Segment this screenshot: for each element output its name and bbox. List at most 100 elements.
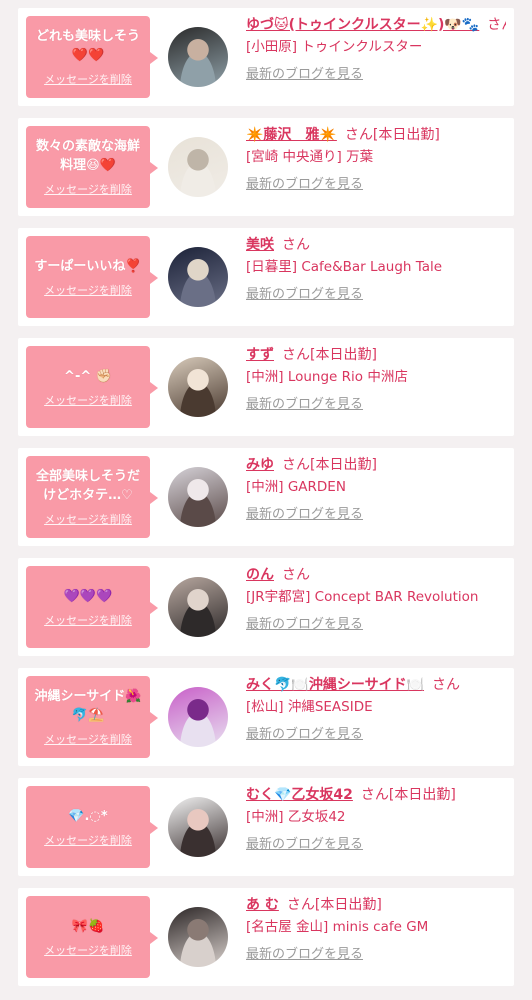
message-text: 数々の素敵な海鮮料理😆❤️: [35, 139, 140, 173]
message-text: 💜💜💜: [63, 588, 113, 604]
latest-blog-link[interactable]: 最新のブログを見る: [246, 726, 506, 744]
latest-blog-link[interactable]: 最新のブログを見る: [246, 836, 506, 854]
latest-blog-link[interactable]: 最新のブログを見る: [246, 396, 506, 414]
shop-link[interactable]: [中洲] 乙女坂42: [246, 806, 506, 828]
message-bubble: 💎.◌* メッセージを削除: [26, 786, 158, 868]
sender-status: さん[本日出勤]: [282, 457, 377, 473]
shop-link[interactable]: [日暮里] Cafe&Bar Laugh Tale: [246, 256, 506, 278]
sender-name-line: あ むさん[本日出勤]: [246, 894, 506, 916]
message-bubble: 沖縄シーサイド🌺🐬⛱️ メッセージを削除: [26, 676, 158, 758]
shop-link[interactable]: [JR宇都宮] Concept BAR Revolution: [246, 586, 506, 608]
avatar[interactable]: [168, 137, 228, 197]
shop-link[interactable]: [小田原] トゥインクルスター: [246, 36, 506, 58]
delete-message-link[interactable]: メッセージを削除: [44, 392, 132, 408]
sender-info: みく🐬🍽️沖縄シーサイド🍽️ さん [松山] 沖縄SEASIDE 最新のブログを見…: [246, 674, 506, 744]
sender-info: あ むさん[本日出勤] [名古屋 金山] minis cafe GM 最新のブロ…: [246, 894, 506, 964]
sender-info: むく💎乙女坂42 さん[本日出勤] [中洲] 乙女坂42 最新のブログを見る: [246, 784, 506, 854]
avatar[interactable]: [168, 357, 228, 417]
delete-message-link[interactable]: メッセージを削除: [44, 832, 132, 848]
avatar[interactable]: [168, 577, 228, 637]
message-text: すーぱーいいね❣️: [34, 258, 142, 274]
message-bubble: 💜💜💜 メッセージを削除: [26, 566, 158, 648]
sender-status: さん[本日出勤]: [282, 347, 377, 363]
shop-link[interactable]: [宮崎 中央通り] 万葉: [246, 146, 506, 168]
sender-name-line: みく🐬🍽️沖縄シーサイド🍽️ さん: [246, 674, 506, 696]
sender-info: すず さん[本日出勤] [中洲] Lounge Rio 中洲店 最新のブログを見る: [246, 344, 506, 414]
delete-message-link[interactable]: メッセージを削除: [44, 612, 132, 628]
delete-message-link[interactable]: メッセージを削除: [44, 731, 132, 747]
delete-message-link[interactable]: メッセージを削除: [44, 511, 132, 527]
sender-info: ✴️藤沢 雅✴️ さん[本日出勤] [宮崎 中央通り] 万葉 最新のブログを見る: [246, 124, 506, 194]
message-bubble: ^-^ ✊🏻 メッセージを削除: [26, 346, 158, 428]
message-bubble: 数々の素敵な海鮮料理😆❤️ メッセージを削除: [26, 126, 158, 208]
sender-name-line: すず さん[本日出勤]: [246, 344, 506, 366]
sender-name-line: ゆづ🐱(トゥインクルスター✨)🐶🐾 さん[本日出勤]: [246, 14, 506, 36]
sender-info: のん さん [JR宇都宮] Concept BAR Revolution 最新のブ…: [246, 564, 506, 634]
message-card: ^-^ ✊🏻 メッセージを削除 すず さん[本日出勤] [中洲] Lounge R…: [18, 338, 514, 436]
shop-link[interactable]: [松山] 沖縄SEASIDE: [246, 696, 506, 718]
latest-blog-link[interactable]: 最新のブログを見る: [246, 66, 506, 84]
sender-name-line: 美咲 さん: [246, 234, 506, 256]
avatar[interactable]: [168, 797, 228, 857]
avatar[interactable]: [168, 687, 228, 747]
delete-message-link[interactable]: メッセージを削除: [44, 282, 132, 298]
sender-status: さん[本日出勤]: [360, 787, 456, 803]
avatar[interactable]: [168, 907, 228, 967]
shop-link[interactable]: [中洲] GARDEN: [246, 476, 506, 498]
sender-name-link[interactable]: みく🐬🍽️沖縄シーサイド🍽️: [246, 677, 424, 693]
avatar[interactable]: [168, 467, 228, 527]
shop-link[interactable]: [中洲] Lounge Rio 中洲店: [246, 366, 506, 388]
sender-status: さん[本日出勤]: [286, 897, 382, 913]
message-card: 全部美味しそうだけどホタテ…♡ メッセージを削除 みゆ さん[本日出勤] [中洲]…: [18, 448, 514, 546]
latest-blog-link[interactable]: 最新のブログを見る: [246, 946, 506, 964]
message-card: 数々の素敵な海鮮料理😆❤️ メッセージを削除 ✴️藤沢 雅✴️ さん[本日出勤] …: [18, 118, 514, 216]
sender-status: さん[本日出勤]: [487, 17, 506, 33]
latest-blog-link[interactable]: 最新のブログを見る: [246, 616, 506, 634]
shop-link[interactable]: [名古屋 金山] minis cafe GM: [246, 916, 506, 938]
message-bubble: 全部美味しそうだけどホタテ…♡ メッセージを削除: [26, 456, 158, 538]
delete-message-link[interactable]: メッセージを削除: [44, 942, 132, 958]
sender-status: さん: [432, 677, 461, 693]
message-bubble: 🎀🍓 メッセージを削除: [26, 896, 158, 978]
message-text: ^-^ ✊🏻: [64, 368, 112, 384]
sender-name-link[interactable]: むく💎乙女坂42: [246, 787, 353, 803]
sender-name-link[interactable]: ゆづ🐱(トゥインクルスター✨)🐶🐾: [246, 17, 479, 33]
message-card: どれも美味しそう❤️❤️ メッセージを削除 ゆづ🐱(トゥインクルスター✨)🐶🐾 さ…: [18, 8, 514, 106]
latest-blog-link[interactable]: 最新のブログを見る: [246, 286, 506, 304]
sender-info: みゆ さん[本日出勤] [中洲] GARDEN 最新のブログを見る: [246, 454, 506, 524]
message-text: 沖縄シーサイド🌺🐬⛱️: [34, 689, 142, 723]
sender-status: さん[本日出勤]: [344, 127, 440, 143]
sender-name-line: みゆ さん[本日出勤]: [246, 454, 506, 476]
sender-name-link[interactable]: あ む: [246, 897, 279, 913]
sender-name-link[interactable]: 美咲: [246, 237, 274, 253]
sender-name-line: むく💎乙女坂42 さん[本日出勤]: [246, 784, 506, 806]
sender-name-link[interactable]: みゆ: [246, 457, 274, 473]
message-card: 💎.◌* メッセージを削除 むく💎乙女坂42 さん[本日出勤] [中洲] 乙女坂4…: [18, 778, 514, 876]
message-bubble: どれも美味しそう❤️❤️ メッセージを削除: [26, 16, 158, 98]
sender-name-line: のん さん: [246, 564, 506, 586]
message-list: どれも美味しそう❤️❤️ メッセージを削除 ゆづ🐱(トゥインクルスター✨)🐶🐾 さ…: [0, 0, 532, 1000]
sender-name-line: ✴️藤沢 雅✴️ さん[本日出勤]: [246, 124, 506, 146]
sender-name-link[interactable]: ✴️藤沢 雅✴️: [246, 127, 337, 143]
message-card: すーぱーいいね❣️ メッセージを削除 美咲 さん [日暮里] Cafe&Bar L…: [18, 228, 514, 326]
message-text: どれも美味しそう❤️❤️: [35, 29, 140, 63]
delete-message-link[interactable]: メッセージを削除: [44, 71, 132, 87]
message-card: 沖縄シーサイド🌺🐬⛱️ メッセージを削除 みく🐬🍽️沖縄シーサイド🍽️ さん [松…: [18, 668, 514, 766]
latest-blog-link[interactable]: 最新のブログを見る: [246, 506, 506, 524]
sender-info: 美咲 さん [日暮里] Cafe&Bar Laugh Tale 最新のブログを見る: [246, 234, 506, 304]
sender-info: ゆづ🐱(トゥインクルスター✨)🐶🐾 さん[本日出勤] [小田原] トゥインクルスタ…: [246, 14, 506, 84]
message-text: 💎.◌*: [68, 808, 108, 824]
latest-blog-link[interactable]: 最新のブログを見る: [246, 176, 506, 194]
message-text: 🎀🍓: [71, 918, 105, 934]
message-bubble: すーぱーいいね❣️ メッセージを削除: [26, 236, 158, 318]
sender-name-link[interactable]: すず: [246, 347, 274, 363]
message-card: 💜💜💜 メッセージを削除 のん さん [JR宇都宮] Concept BAR Re…: [18, 558, 514, 656]
delete-message-link[interactable]: メッセージを削除: [44, 181, 132, 197]
message-card: 🎀🍓 メッセージを削除 あ むさん[本日出勤] [名古屋 金山] minis c…: [18, 888, 514, 986]
avatar[interactable]: [168, 27, 228, 87]
avatar[interactable]: [168, 247, 228, 307]
sender-status: さん: [282, 237, 310, 253]
sender-status: さん: [282, 567, 310, 583]
sender-name-link[interactable]: のん: [246, 567, 274, 583]
message-text: 全部美味しそうだけどホタテ…♡: [35, 469, 140, 503]
